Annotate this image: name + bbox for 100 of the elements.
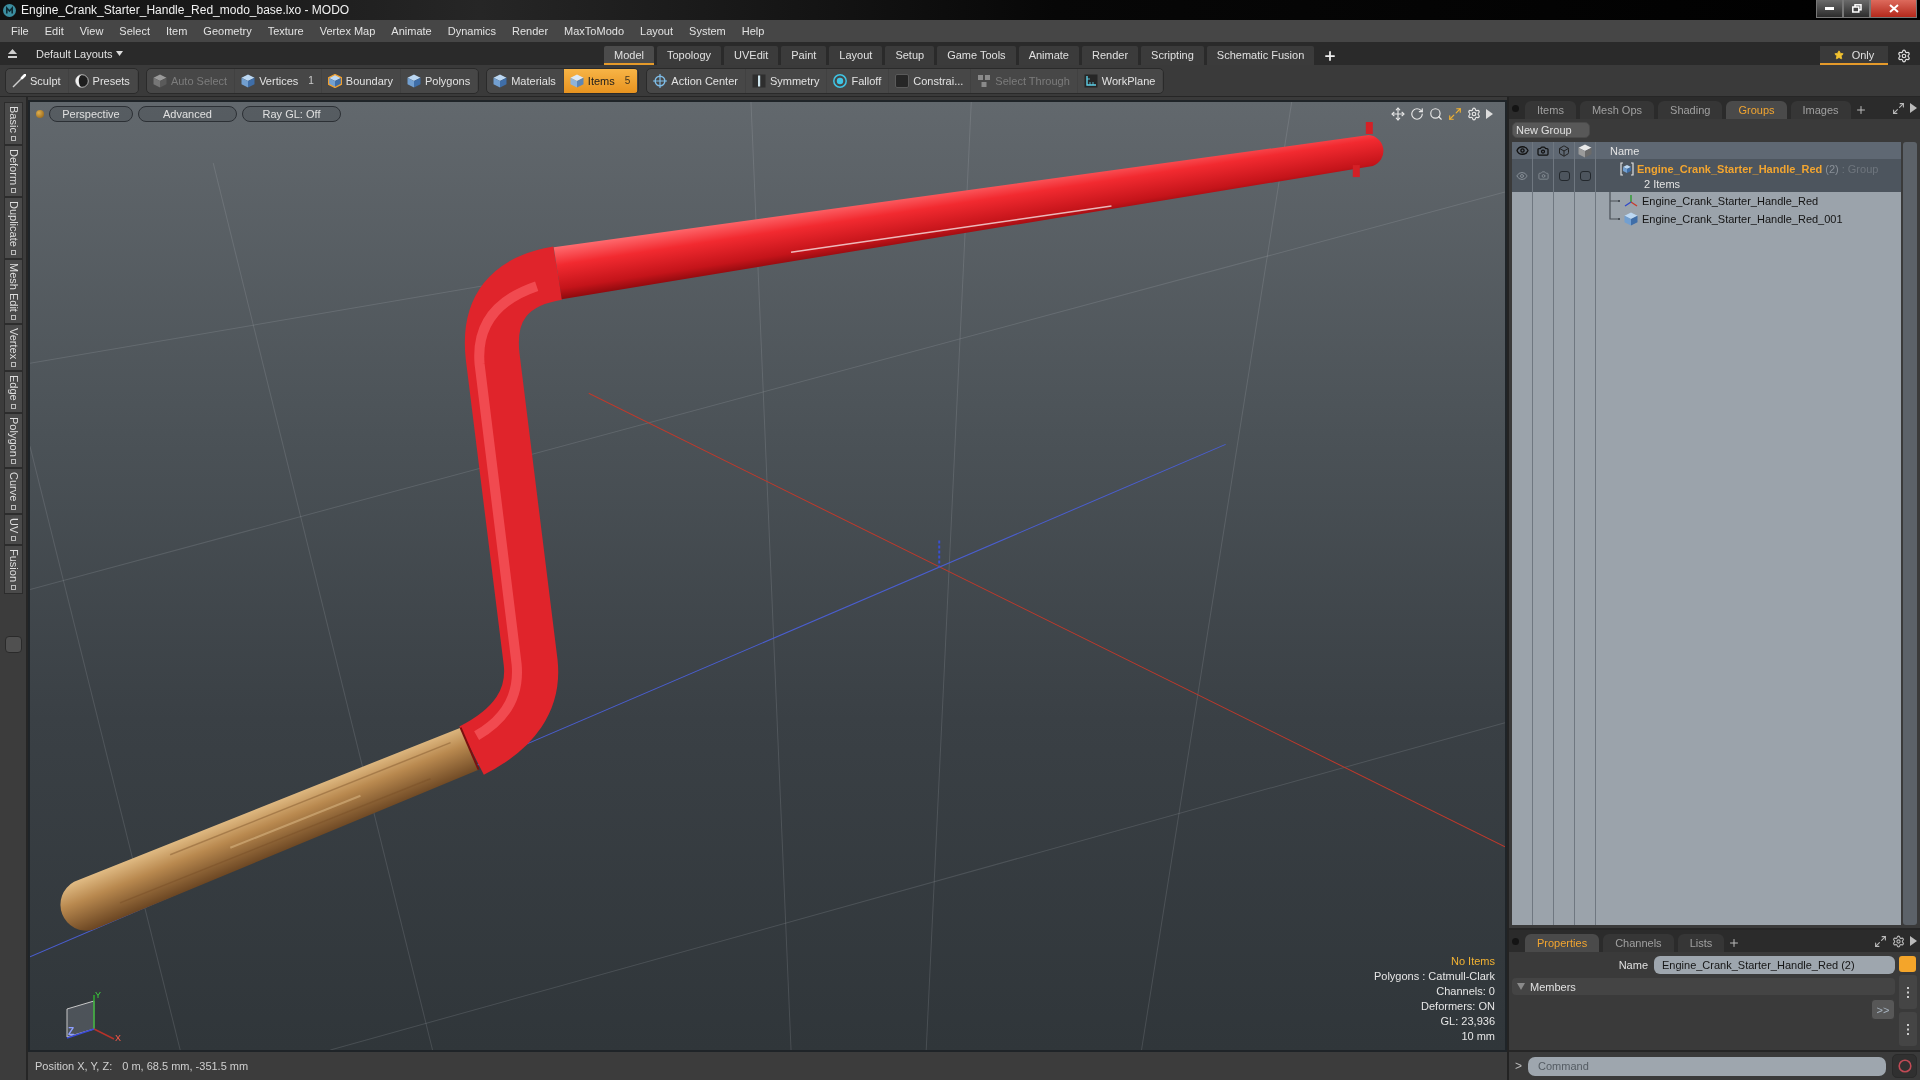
layout-tab[interactable]: Scripting: [1141, 46, 1204, 65]
tool-button[interactable]: Falloff: [827, 68, 890, 93]
ring-button[interactable]: [1892, 1054, 1917, 1078]
caret-right-icon[interactable]: [1910, 936, 1917, 946]
panel-tab[interactable]: Items: [1525, 101, 1576, 119]
panel-tab[interactable]: Groups: [1726, 101, 1787, 119]
section-header[interactable]: Members: [1512, 978, 1895, 995]
menu-item[interactable]: Help: [735, 25, 771, 37]
side-tab[interactable]: Vertex: [3, 323, 23, 371]
side-tab[interactable]: Fusion: [3, 545, 23, 595]
cube-icon[interactable]: [1558, 144, 1570, 157]
menu-item[interactable]: Layout: [634, 25, 680, 37]
add-members-button[interactable]: >>: [1871, 999, 1895, 1020]
layouts-dropdown[interactable]: Default Layouts: [36, 47, 124, 60]
wooden-grip[interactable]: [60, 727, 479, 931]
tool-button[interactable]: Vertices 1: [235, 68, 322, 93]
side-tab[interactable]: Mesh Edit: [3, 258, 23, 324]
scene-info: 10 mm: [1461, 1029, 1495, 1044]
layout-tab[interactable]: Render: [1082, 46, 1139, 65]
rotate-icon[interactable]: [1410, 106, 1424, 121]
restore-button[interactable]: [1843, 0, 1870, 18]
side-tab[interactable]: UV: [3, 513, 23, 546]
move-icon[interactable]: [1391, 106, 1405, 121]
tool-button[interactable]: Boundary: [321, 68, 401, 93]
layout-tab[interactable]: Paint: [781, 46, 827, 65]
new-group-button[interactable]: New Group: [1512, 122, 1590, 138]
menu-item[interactable]: Animate: [385, 25, 438, 37]
command-field[interactable]: Command: [1528, 1056, 1886, 1076]
tool-button[interactable]: Presets: [68, 68, 138, 93]
caret-right-icon[interactable]: [1910, 103, 1917, 113]
tool-button[interactable]: Constrai...: [889, 68, 972, 93]
layout-tab[interactable]: Layout: [829, 46, 883, 65]
tool-button[interactable]: Polygons: [400, 68, 479, 93]
layout-tab[interactable]: Topology: [656, 46, 721, 65]
tool-button[interactable]: Sculpt: [6, 68, 69, 93]
expand-icon[interactable]: [1874, 934, 1887, 948]
crank-rod[interactable]: [458, 122, 1384, 775]
eye-icon[interactable]: [1516, 169, 1528, 182]
layout-tab[interactable]: Model: [604, 46, 654, 65]
menu-item[interactable]: Dynamics: [441, 25, 502, 37]
side-handle[interactable]: [1899, 1012, 1917, 1046]
layout-tab[interactable]: Animate: [1018, 46, 1079, 65]
eject-icon[interactable]: [7, 48, 18, 59]
minimize-button[interactable]: [1816, 0, 1843, 18]
panel-tab[interactable]: Channels: [1603, 934, 1674, 952]
menu-item[interactable]: Item: [159, 25, 194, 37]
name-field[interactable]: Engine_Crank_Starter_Handle_Red (2): [1654, 956, 1895, 974]
maximize-icon[interactable]: [1448, 106, 1462, 121]
command-prompt: >: [1515, 1059, 1522, 1073]
side-tab[interactable]: Basic: [3, 102, 23, 145]
close-button[interactable]: [1870, 0, 1917, 18]
panel-tab[interactable]: Properties: [1525, 934, 1600, 952]
raygl-button[interactable]: Ray GL: Off: [242, 105, 341, 122]
tool-button[interactable]: Items 5: [563, 68, 639, 93]
layout-tab[interactable]: UVEdit: [724, 46, 779, 65]
layout-tab[interactable]: Game Tools: [937, 46, 1016, 65]
only-button[interactable]: Only: [1820, 46, 1888, 65]
eye-icon[interactable]: [1515, 144, 1529, 157]
side-tab[interactable]: Duplicate: [3, 196, 23, 259]
panel-tab[interactable]: Images: [1790, 101, 1851, 119]
menu-item[interactable]: Edit: [38, 25, 70, 37]
menu-item[interactable]: MaxToModo: [558, 25, 630, 37]
side-tab[interactable]: Curve: [3, 468, 23, 514]
side-tab[interactable]: Polygon: [3, 412, 23, 469]
settings-icon[interactable]: [1897, 48, 1911, 63]
panel-tab[interactable]: Mesh Ops: [1579, 101, 1655, 119]
side-tab[interactable]: Deform: [3, 144, 23, 197]
swatch-icon[interactable]: [1899, 956, 1916, 972]
shading-button[interactable]: Advanced: [138, 105, 237, 122]
menu-item[interactable]: Render: [506, 25, 555, 37]
settings-icon[interactable]: [1892, 934, 1905, 948]
layout-tab[interactable]: Schematic Fusion: [1206, 46, 1315, 65]
tool-button[interactable]: Symmetry: [745, 68, 828, 93]
menu-item[interactable]: View: [73, 25, 110, 37]
menu-item[interactable]: Geometry: [197, 25, 258, 37]
menu-item[interactable]: Texture: [261, 25, 310, 37]
tool-button[interactable]: Action Center: [647, 68, 746, 93]
tool-button[interactable]: Materials: [487, 68, 564, 93]
menu-item[interactable]: File: [5, 25, 35, 37]
3d-viewport[interactable]: Perspective Advanced Ray GL: Off Y X Z No Items Polygons : Catmull-Clark Channels: 0 Deformers: ON GL: 23,936 10 mm: [28, 100, 1507, 1052]
layout-tab[interactable]: Setup: [885, 46, 935, 65]
view-button[interactable]: Perspective: [49, 105, 133, 122]
side-tab[interactable]: Edge: [3, 370, 23, 413]
search-icon[interactable]: [1429, 106, 1443, 121]
plus-icon[interactable]: [1323, 48, 1338, 63]
menu-item[interactable]: System: [683, 25, 732, 37]
tool-button[interactable]: WorkPlane: [1077, 68, 1164, 93]
expand-icon[interactable]: [1892, 101, 1905, 115]
square-icon: [10, 504, 16, 510]
camera-icon[interactable]: [1537, 144, 1549, 157]
panel-tab[interactable]: Lists: [1677, 934, 1725, 952]
panel-tab[interactable]: Shading: [1658, 101, 1723, 119]
caret-right-icon[interactable]: [1486, 108, 1493, 119]
menu-item[interactable]: Vertex Map: [313, 25, 382, 37]
axis-label: Y: [95, 990, 101, 1000]
menu-item[interactable]: Select: [113, 25, 156, 37]
scrollbar[interactable]: [1903, 142, 1917, 925]
dot-icon[interactable]: [36, 109, 44, 118]
side-handle[interactable]: [1899, 975, 1917, 1009]
column-header[interactable]: Name: [1610, 144, 1640, 157]
